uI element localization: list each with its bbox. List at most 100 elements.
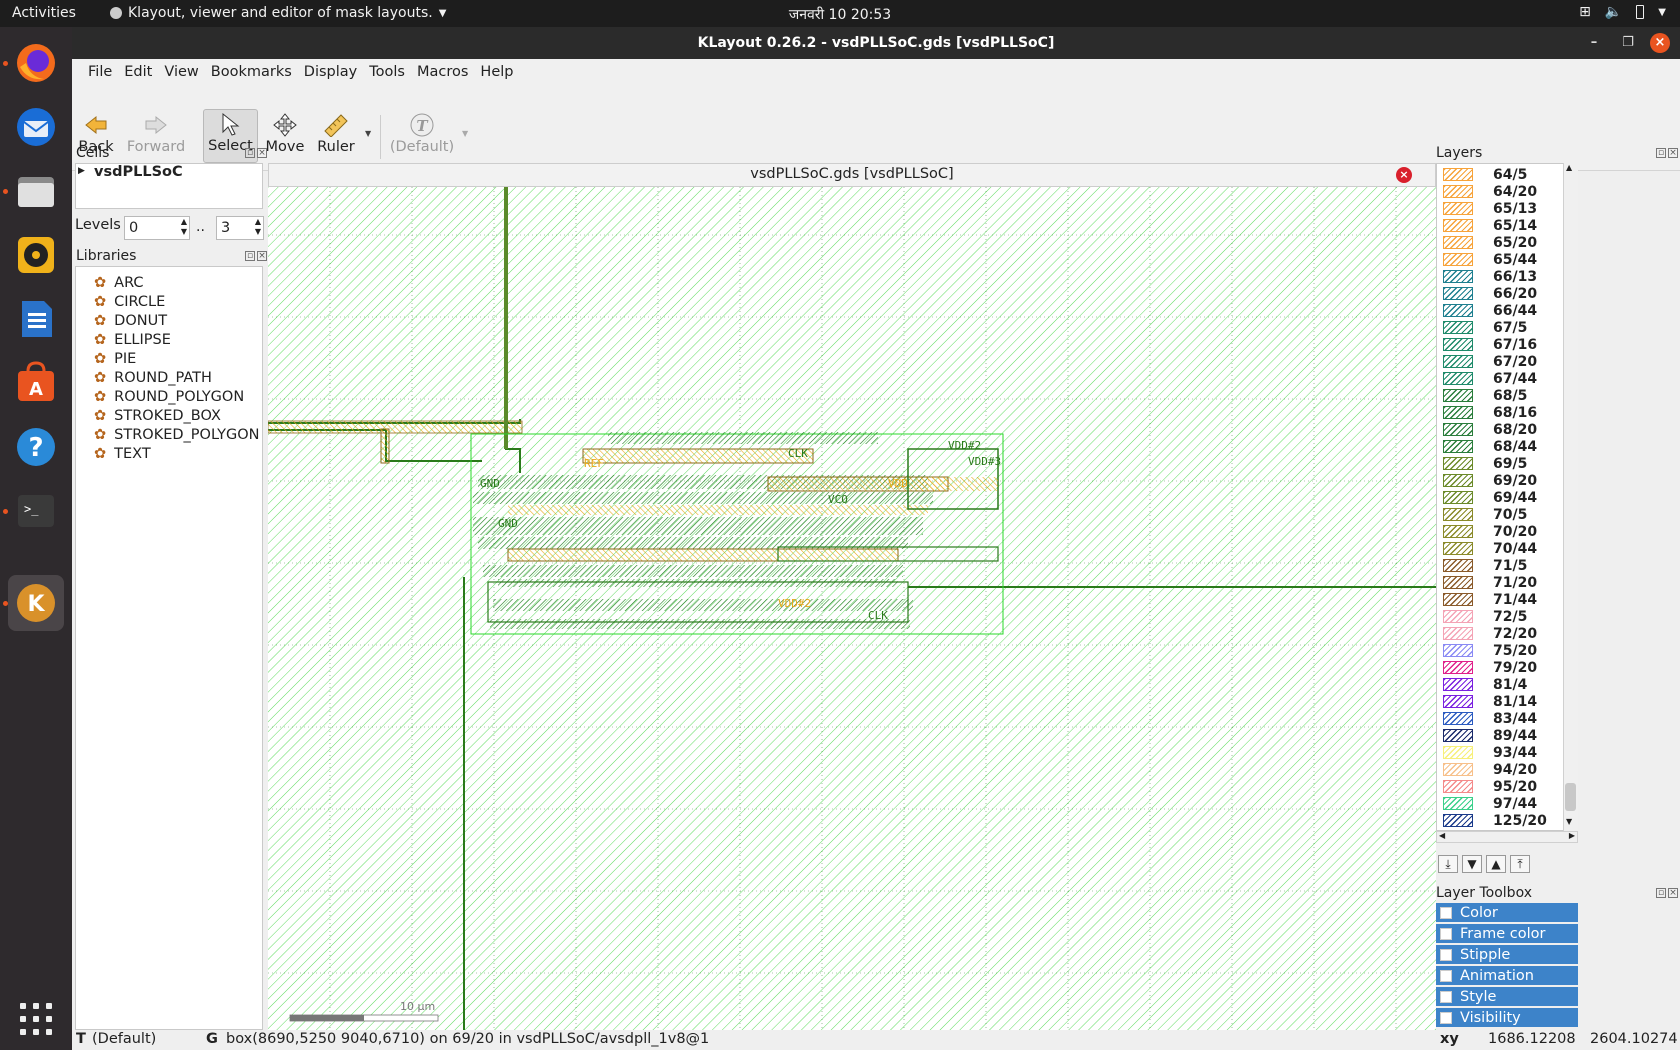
library-item[interactable]: ✿ TEXT — [94, 446, 151, 462]
maximize-button[interactable]: ❐ — [1618, 33, 1638, 53]
library-item[interactable]: ✿ CIRCLE — [94, 294, 165, 310]
layer-list-scrollbar[interactable]: ▲ ▼ — [1563, 163, 1578, 831]
libraries-panel-buttons[interactable]: ▫ × — [245, 251, 267, 261]
float-icon[interactable]: ▫ — [1656, 888, 1666, 898]
layer-row[interactable]: 97/44 — [1443, 795, 1573, 812]
layer-row[interactable]: 75/20 — [1443, 642, 1573, 659]
layer-row[interactable]: 65/14 — [1443, 217, 1573, 234]
checkbox[interactable] — [1440, 1011, 1452, 1024]
text-default-button[interactable]: T (Default) — [386, 111, 458, 161]
layer-row[interactable]: 71/44 — [1443, 591, 1573, 608]
close-icon[interactable]: × — [257, 251, 267, 261]
layer-row[interactable]: 69/20 — [1443, 472, 1573, 489]
layer-row[interactable]: 67/16 — [1443, 336, 1573, 353]
layout-canvas[interactable]: VDD#2 VDD#3 VDD GND CLK REF VCO VDD#2 CL… — [268, 187, 1436, 1031]
layer-row[interactable]: 72/20 — [1443, 625, 1573, 642]
checkbox[interactable] — [1440, 990, 1452, 1003]
layer-row[interactable]: 64/5 — [1443, 166, 1573, 183]
layer-row[interactable]: 95/20 — [1443, 778, 1573, 795]
library-item[interactable]: ✿ STROKED_BOX — [94, 408, 221, 424]
layer-row[interactable]: 65/20 — [1443, 234, 1573, 251]
app-menu[interactable]: Klayout, viewer and editor of mask layou… — [110, 5, 446, 21]
window-titlebar[interactable]: KLayout 0.26.2 - vsdPLLSoC.gds [vsdPLLSo… — [72, 27, 1680, 59]
move-layer-top-button[interactable]: ⤒ — [1510, 855, 1530, 873]
layer-row[interactable]: 89/44 — [1443, 727, 1573, 744]
layers-panel-buttons[interactable]: ▫ × — [1656, 148, 1678, 158]
menu-help[interactable]: Help — [474, 59, 519, 85]
library-item[interactable]: ✿ PIE — [94, 351, 136, 367]
library-list[interactable]: ✿ ARC ✿ CIRCLE ✿ DONUT ✿ ELLIPSE ✿ PIE ✿ ROUND… — [75, 266, 263, 1030]
rhythmbox-icon[interactable] — [8, 227, 64, 283]
library-item[interactable]: ✿ DONUT — [94, 313, 167, 329]
layer-row[interactable]: 70/20 — [1443, 523, 1573, 540]
checkbox[interactable] — [1440, 969, 1452, 982]
level-min-input[interactable]: 0 ▲ ▼ — [124, 216, 190, 240]
toolbox-color[interactable]: Color — [1436, 903, 1578, 922]
layer-row[interactable]: 69/5 — [1443, 455, 1573, 472]
toolbox-animation[interactable]: Animation — [1436, 966, 1578, 985]
menu-macros[interactable]: Macros — [411, 59, 474, 85]
forward-button[interactable]: Forward — [124, 111, 188, 161]
spin-arrows-icon[interactable]: ▲ ▼ — [181, 217, 187, 237]
layer-row[interactable]: 81/14 — [1443, 693, 1573, 710]
terminal-icon[interactable]: >_ — [8, 483, 64, 539]
layer-row[interactable]: 94/20 — [1443, 761, 1573, 778]
layer-row[interactable]: 81/4 — [1443, 676, 1573, 693]
minimize-button[interactable]: – — [1584, 33, 1604, 53]
layer-row[interactable]: 125/20 — [1443, 812, 1573, 829]
layer-row[interactable]: 67/20 — [1443, 353, 1573, 370]
close-view-icon[interactable]: × — [1396, 167, 1412, 183]
layer-row[interactable]: 66/44 — [1443, 302, 1573, 319]
scroll-left-icon[interactable]: ◀ — [1439, 831, 1445, 840]
close-icon[interactable]: × — [257, 148, 267, 158]
layer-list-hscrollbar[interactable]: ◀ ▶ — [1436, 831, 1578, 843]
layer-row[interactable]: 71/20 — [1443, 574, 1573, 591]
toolbox-stipple[interactable]: Stipple — [1436, 945, 1578, 964]
toolbox-visibility[interactable]: Visibility — [1436, 1008, 1578, 1027]
help-icon[interactable]: ? — [8, 419, 64, 475]
layer-row[interactable]: 67/44 — [1443, 370, 1573, 387]
move-button[interactable]: Move — [264, 111, 306, 161]
klayout-icon[interactable]: K — [8, 575, 64, 631]
menu-view[interactable]: View — [158, 59, 204, 85]
checkbox[interactable] — [1440, 927, 1452, 940]
menu-file[interactable]: File — [82, 59, 118, 85]
layout-view-tab[interactable]: vsdPLLSoC.gds [vsdPLLSoC] — [268, 163, 1436, 187]
level-max-input[interactable]: 3 ▲ ▼ — [216, 216, 264, 240]
layer-row[interactable]: 70/44 — [1443, 540, 1573, 557]
toolbox-frame-color[interactable]: Frame color — [1436, 924, 1578, 943]
libreoffice-writer-icon[interactable] — [8, 291, 64, 347]
close-icon[interactable]: × — [1668, 148, 1678, 158]
layer-row[interactable]: 83/44 — [1443, 710, 1573, 727]
activities-button[interactable]: Activities — [12, 5, 76, 21]
checkbox[interactable] — [1440, 906, 1452, 919]
scroll-thumb[interactable] — [1565, 783, 1576, 811]
move-layer-down-button[interactable]: ▼ — [1462, 855, 1482, 873]
layer-row[interactable]: 68/44 — [1443, 438, 1573, 455]
ruler-dropdown-icon[interactable]: ▼ — [365, 129, 371, 138]
layer-row[interactable]: 72/5 — [1443, 608, 1573, 625]
layer-row[interactable]: 71/5 — [1443, 557, 1573, 574]
cell-tree[interactable]: ▶ vsdPLLSoC — [75, 163, 263, 209]
menu-display[interactable]: Display — [298, 59, 363, 85]
layer-row[interactable]: 69/44 — [1443, 489, 1573, 506]
cells-panel-buttons[interactable]: ▫ × — [245, 148, 267, 158]
float-icon[interactable]: ▫ — [245, 148, 255, 158]
show-applications-icon[interactable] — [20, 1003, 52, 1035]
spin-arrows-icon[interactable]: ▲ ▼ — [255, 217, 261, 237]
firefox-icon[interactable] — [8, 35, 64, 91]
scroll-down-icon[interactable]: ▼ — [1566, 817, 1572, 826]
layer-list[interactable]: 64/5 64/20 65/13 65/14 65/20 65/44 66/13 66/20 6… — [1436, 163, 1578, 831]
layer-row[interactable]: 79/20 — [1443, 659, 1573, 676]
library-item[interactable]: ✿ ROUND_POLYGON — [94, 389, 244, 405]
library-item[interactable]: ✿ ELLIPSE — [94, 332, 171, 348]
library-item[interactable]: ✿ ARC — [94, 275, 144, 291]
scroll-up-icon[interactable]: ▲ — [1566, 163, 1572, 172]
layer-row[interactable]: 66/13 — [1443, 268, 1573, 285]
layer-row[interactable]: 68/16 — [1443, 404, 1573, 421]
layer-row[interactable]: 67/5 — [1443, 319, 1573, 336]
layer-row[interactable]: 70/5 — [1443, 506, 1573, 523]
float-icon[interactable]: ▫ — [1656, 148, 1666, 158]
checkbox[interactable] — [1440, 948, 1452, 961]
expand-arrow-icon[interactable]: ▶ — [78, 166, 85, 176]
